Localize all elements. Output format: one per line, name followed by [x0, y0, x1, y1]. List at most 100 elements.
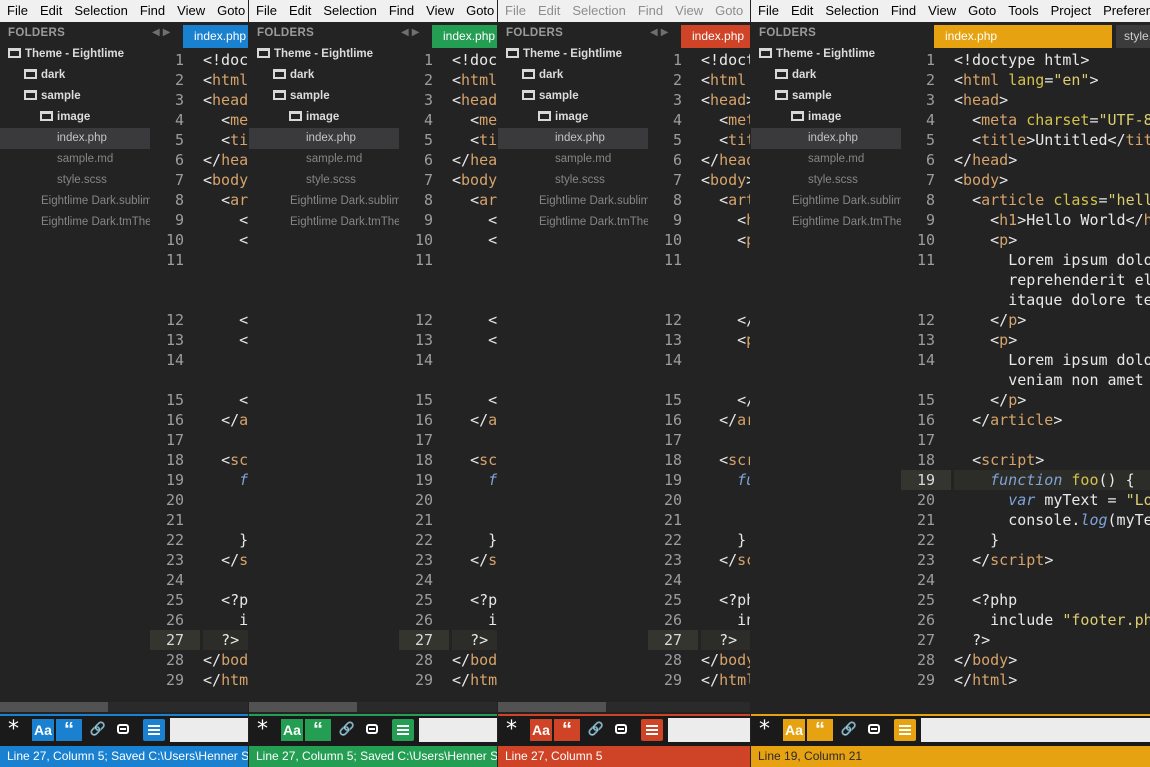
case-sensitive-toggle[interactable]: Aa — [783, 719, 805, 741]
regex-toggle-icon[interactable]: * — [8, 719, 28, 741]
folder-theme-root[interactable]: Theme - Eightlime — [0, 44, 150, 65]
tab-index-php[interactable]: index.php — [183, 25, 248, 48]
case-sensitive-toggle[interactable]: Aa — [32, 719, 54, 741]
menu-project[interactable]: Project — [1044, 0, 1096, 22]
tab-nav-arrows-icon[interactable]: ◀▶ — [650, 27, 671, 38]
folder-image[interactable]: image — [751, 107, 901, 128]
scroll-thumb[interactable] — [0, 702, 108, 712]
link-icon[interactable]: 🔗 — [336, 719, 358, 741]
menu-find[interactable]: Find — [382, 0, 419, 22]
tab-index-php[interactable]: index.php — [934, 25, 1112, 48]
file-index-php[interactable]: index.php — [498, 128, 648, 149]
file-sample-md[interactable]: sample.md — [0, 149, 150, 170]
folder-dark[interactable]: dark — [751, 65, 901, 86]
file-index-php[interactable]: index.php — [0, 128, 150, 149]
folder-image[interactable]: image — [249, 107, 399, 128]
menu-goto[interactable]: Goto — [708, 0, 748, 22]
file-sample-md[interactable]: sample.md — [249, 149, 399, 170]
menu-selection[interactable]: Selection — [67, 0, 132, 22]
menu-view[interactable]: View — [419, 0, 459, 22]
regex-toggle-icon[interactable]: * — [759, 719, 779, 741]
wrap-toggle-icon[interactable] — [641, 719, 663, 741]
file-sample-md[interactable]: sample.md — [751, 149, 901, 170]
file-index-php[interactable]: index.php — [249, 128, 399, 149]
folder-dark[interactable]: dark — [498, 65, 648, 86]
file-style-scss[interactable]: style.scss — [498, 170, 648, 191]
folder-sample[interactable]: sample — [0, 86, 150, 107]
menu-find[interactable]: Find — [884, 0, 921, 22]
find-input[interactable] — [419, 718, 497, 742]
file-index-php[interactable]: index.php — [751, 128, 901, 149]
editor[interactable]: ◀▶ index.php 1 2 3 4 5 6 7 8 9 10 11 12 13 14 15 16 17 18… — [150, 22, 248, 712]
case-sensitive-toggle[interactable]: Aa — [281, 719, 303, 741]
menu-find[interactable]: Find — [631, 0, 668, 22]
find-input[interactable] — [170, 718, 248, 742]
horizontal-scrollbar[interactable] — [249, 702, 497, 712]
menu-selection[interactable]: Selection — [818, 0, 883, 22]
menu-file[interactable]: File — [0, 0, 33, 22]
folder-sample[interactable]: sample — [751, 86, 901, 107]
menu-edit[interactable]: Edit — [784, 0, 818, 22]
menu-view[interactable]: View — [921, 0, 961, 22]
folder-dark[interactable]: dark — [0, 65, 150, 86]
menu-file[interactable]: File — [498, 0, 531, 22]
editor[interactable]: index.php style.scss 1234567891011121314… — [901, 22, 1150, 712]
case-sensitive-toggle[interactable]: Aa — [530, 719, 552, 741]
whole-word-toggle[interactable]: “ — [56, 719, 82, 741]
menu-preferences[interactable]: Preferences — [1096, 0, 1150, 22]
menu-selection[interactable]: Selection — [565, 0, 630, 22]
file-style-scss[interactable]: style.scss — [751, 170, 901, 191]
file-style-scss[interactable]: style.scss — [0, 170, 150, 191]
tab-nav-arrows-icon[interactable]: ◀▶ — [401, 27, 422, 38]
tab-index-php[interactable]: index.php — [432, 25, 497, 48]
horizontal-scrollbar[interactable] — [498, 702, 750, 712]
folder-dark[interactable]: dark — [249, 65, 399, 86]
menu-file[interactable]: File — [249, 0, 282, 22]
file-sample-md[interactable]: sample.md — [498, 149, 648, 170]
code-area[interactable]: <!doctype html> <html <head <meta <title… — [203, 50, 248, 690]
menu-view[interactable]: View — [170, 0, 210, 22]
scroll-thumb[interactable] — [498, 702, 606, 712]
file-sublime-theme[interactable]: Eightlime Dark.sublime-theme — [498, 191, 648, 212]
folder-sample[interactable]: sample — [498, 86, 648, 107]
find-input[interactable] — [921, 718, 1150, 742]
menu-edit[interactable]: Edit — [33, 0, 67, 22]
whole-word-toggle[interactable]: “ — [554, 719, 580, 741]
file-tmtheme[interactable]: Eightlime Dark.tmTheme — [751, 212, 901, 233]
in-selection-icon[interactable] — [117, 724, 129, 734]
wrap-toggle-icon[interactable] — [143, 719, 165, 741]
wrap-toggle-icon[interactable] — [392, 719, 414, 741]
code-area[interactable]: <!doctype html> <html <head <meta <title… — [452, 50, 497, 690]
folder-theme-root[interactable]: Theme - Eightlime — [751, 44, 901, 65]
file-tmtheme[interactable]: Eightlime Dark.tmTheme — [498, 212, 648, 233]
folder-sample[interactable]: sample — [249, 86, 399, 107]
menu-view[interactable]: View — [668, 0, 708, 22]
file-sublime-theme[interactable]: Eightlime Dark.sublime-theme — [249, 191, 399, 212]
file-tmtheme[interactable]: Eightlime Dark.tmTheme — [0, 212, 150, 233]
menu-goto[interactable]: Goto — [459, 0, 497, 22]
file-sublime-theme[interactable]: Eightlime Dark.sublime-theme — [751, 191, 901, 212]
tab-style-scss[interactable]: style.scss — [1116, 25, 1150, 48]
in-selection-icon[interactable] — [366, 724, 378, 734]
folder-image[interactable]: image — [0, 107, 150, 128]
folder-image[interactable]: image — [498, 107, 648, 128]
file-style-scss[interactable]: style.scss — [249, 170, 399, 191]
editor[interactable]: ◀▶ index.php 1 2 3 4 5 6 7 8 9 10 11 12 13 14 15 16 17 18… — [399, 22, 497, 712]
menu-goto[interactable]: Goto — [961, 0, 1001, 22]
link-icon[interactable]: 🔗 — [838, 719, 860, 741]
menu-selection[interactable]: Selection — [316, 0, 381, 22]
file-sublime-theme[interactable]: Eightlime Dark.sublime-theme — [0, 191, 150, 212]
horizontal-scrollbar[interactable] — [0, 702, 248, 712]
folder-theme-root[interactable]: Theme - Eightlime — [249, 44, 399, 65]
menu-edit[interactable]: Edit — [531, 0, 565, 22]
in-selection-icon[interactable] — [868, 724, 880, 734]
whole-word-toggle[interactable]: “ — [305, 719, 331, 741]
wrap-toggle-icon[interactable] — [894, 719, 916, 741]
code-area[interactable]: <!doctype html> <html <head> <meta <titl… — [701, 50, 750, 690]
menu-edit[interactable]: Edit — [282, 0, 316, 22]
menu-tools[interactable]: Tools — [1001, 0, 1043, 22]
file-tmtheme[interactable]: Eightlime Dark.tmTheme — [249, 212, 399, 233]
folder-theme-root[interactable]: Theme - Eightlime — [498, 44, 648, 65]
tab-nav-arrows-icon[interactable]: ◀▶ — [152, 27, 173, 38]
scroll-thumb[interactable] — [249, 702, 357, 712]
